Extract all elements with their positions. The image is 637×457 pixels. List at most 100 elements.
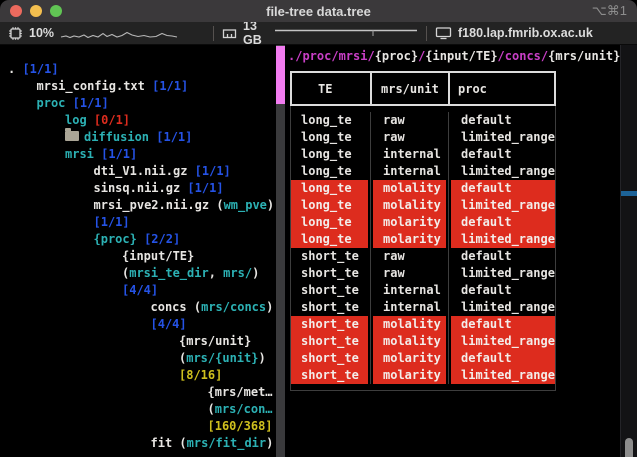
tree-item[interactable]: log [0/1] (0, 112, 276, 129)
minimize-button[interactable] (30, 5, 42, 17)
table-cell: default (446, 282, 555, 299)
tree-item-label: mrs/con… (215, 402, 273, 416)
zoom-button[interactable] (50, 5, 62, 17)
table-cell: limited_range (446, 265, 555, 282)
tree-item-label: ( (179, 436, 186, 450)
tree-scrollbar[interactable] (276, 45, 285, 457)
table-cell: short_te (291, 282, 368, 299)
tree-item-label: ) (266, 300, 273, 314)
tree-item-label: wm_pve (224, 198, 267, 212)
tree-item-label: {mrs/met… (208, 385, 273, 399)
tree-item[interactable]: {proc} [2/2] (0, 231, 276, 248)
terminal-window: file-tree data.tree ⌥⌘1 10% (0, 0, 637, 457)
host-indicator: f180.lap.fmrib.ox.ac.uk (427, 22, 601, 44)
tree-item-label: mrs/fit_dir (187, 436, 266, 450)
tree-item[interactable]: diffusion [1/1] (0, 129, 276, 146)
tree-item[interactable]: proc [1/1] (0, 95, 276, 112)
table-panel: ./proc/mrsi/{proc}/{input/TE}/concs/{mrs… (285, 45, 620, 457)
tree-scrollbar-thumb[interactable] (276, 46, 285, 104)
table-row[interactable]: short_teinternallimited_range (291, 299, 555, 316)
table-cell: limited_range (446, 163, 555, 180)
tree-item-label: fit (151, 436, 180, 450)
data-table: TEmrs/unitproc long_terawdefaultlong_ter… (290, 71, 556, 391)
table-row[interactable]: short_terawdefault (291, 248, 555, 265)
tree-item[interactable]: [4/4] (0, 316, 276, 333)
table-row[interactable]: long_temolalitylimited_range (291, 197, 555, 214)
status-bar: 10% 13 GB (0, 22, 637, 45)
main-area: . [1/1]mrsi_config.txt [1/1]proc [1/1]lo… (0, 45, 637, 457)
table-cell: limited_range (446, 129, 555, 146)
tree-item[interactable]: {mrs/unit} (0, 333, 276, 350)
tree-item[interactable]: . [1/1] (0, 61, 276, 78)
count-badge: [1/1] (101, 147, 137, 161)
window-title: file-tree data.tree (0, 4, 637, 19)
tree-item[interactable]: (mrs/{unit}) (0, 350, 276, 367)
tree-item[interactable]: (mrsi_te_dir, mrs/) (0, 265, 276, 282)
panel-scrollbar-thumb[interactable] (625, 438, 633, 457)
cpu-percent-label: 10% (29, 26, 54, 40)
tree-item[interactable]: mrsi [1/1] (0, 146, 276, 163)
table-cell: default (446, 350, 555, 367)
tree-item[interactable]: {mrs/met… (0, 384, 276, 401)
table-row[interactable]: short_teinternaldefault (291, 282, 555, 299)
table-cell: internal (368, 299, 446, 316)
tree-item-label: diffusion (84, 130, 156, 144)
table-cell: molarity (368, 350, 446, 367)
tree-item[interactable]: [160/368] (0, 418, 276, 435)
tree-item[interactable]: [4/4] (0, 282, 276, 299)
tree-item-label: mrsi_pve2.nii.gz (94, 198, 217, 212)
table-row[interactable]: long_temolaritylimited_range (291, 231, 555, 248)
table-cell: long_te (291, 197, 368, 214)
table-row[interactable]: long_teinternallimited_range (291, 163, 555, 180)
table-cell: short_te (291, 299, 368, 316)
tree-item-label: {input/TE} (122, 249, 194, 263)
table-row[interactable]: short_temolaritylimited_range (291, 367, 555, 384)
table-cell: molarity (368, 214, 446, 231)
table-row[interactable]: long_temolalitydefault (291, 180, 555, 197)
tree-item-label: {mrs/unit} (179, 334, 251, 348)
table-row[interactable]: short_terawlimited_range (291, 265, 555, 282)
table-row[interactable]: long_terawdefault (291, 112, 555, 129)
tree-item[interactable]: mrsi_pve2.nii.gz (wm_pve) (0, 197, 276, 214)
close-button[interactable] (10, 5, 22, 17)
tree-item-label: ) (252, 266, 259, 280)
table-cell: limited_range (446, 333, 555, 350)
table-cell: default (446, 112, 555, 129)
panel-scrollbar[interactable] (620, 45, 637, 457)
table-body: long_terawdefaultlong_terawlimited_range… (290, 106, 556, 391)
table-row[interactable]: short_temolalitydefault (291, 316, 555, 333)
table-cell: molarity (368, 231, 446, 248)
tree-item[interactable]: dti_V1.nii.gz [1/1] (0, 163, 276, 180)
table-row[interactable]: short_temolaritydefault (291, 350, 555, 367)
table-cell: raw (368, 112, 446, 129)
table-cell: default (446, 146, 555, 163)
column-header: proc (448, 73, 554, 104)
table-cell: short_te (291, 333, 368, 350)
table-cell: internal (368, 282, 446, 299)
tree-item[interactable]: (mrs/con… (0, 401, 276, 418)
table-cell: default (446, 316, 555, 333)
table-header-row: TEmrs/unitproc (290, 71, 556, 106)
tree-item-label: ) (266, 436, 273, 450)
count-badge: [4/4] (151, 317, 187, 331)
tree-item[interactable]: fit (mrs/fit_dir) (0, 435, 276, 452)
tree-item[interactable]: concs (mrs/concs) (0, 299, 276, 316)
folder-icon (65, 131, 79, 141)
column-header: mrs/unit (370, 73, 448, 104)
tree-item[interactable]: [1/1] (0, 214, 276, 231)
table-row[interactable]: long_teinternaldefault (291, 146, 555, 163)
table-cell: short_te (291, 350, 368, 367)
tree-item[interactable]: sinsq.nii.gz [1/1] (0, 180, 276, 197)
table-row[interactable]: long_temolaritydefault (291, 214, 555, 231)
table-cell: raw (368, 129, 446, 146)
table-cell: short_te (291, 367, 368, 384)
table-row[interactable]: long_terawlimited_range (291, 129, 555, 146)
title-bar: file-tree data.tree ⌥⌘1 (0, 0, 637, 22)
tree-item[interactable]: [8/16] (0, 367, 276, 384)
table-cell: limited_range (446, 197, 555, 214)
tree-item[interactable]: {input/TE} (0, 248, 276, 265)
table-row[interactable]: short_temolalitylimited_range (291, 333, 555, 350)
tree-item[interactable]: mrsi_config.txt [1/1] (0, 78, 276, 95)
tree-item-label: {proc} (94, 232, 145, 246)
table-cell: long_te (291, 231, 368, 248)
